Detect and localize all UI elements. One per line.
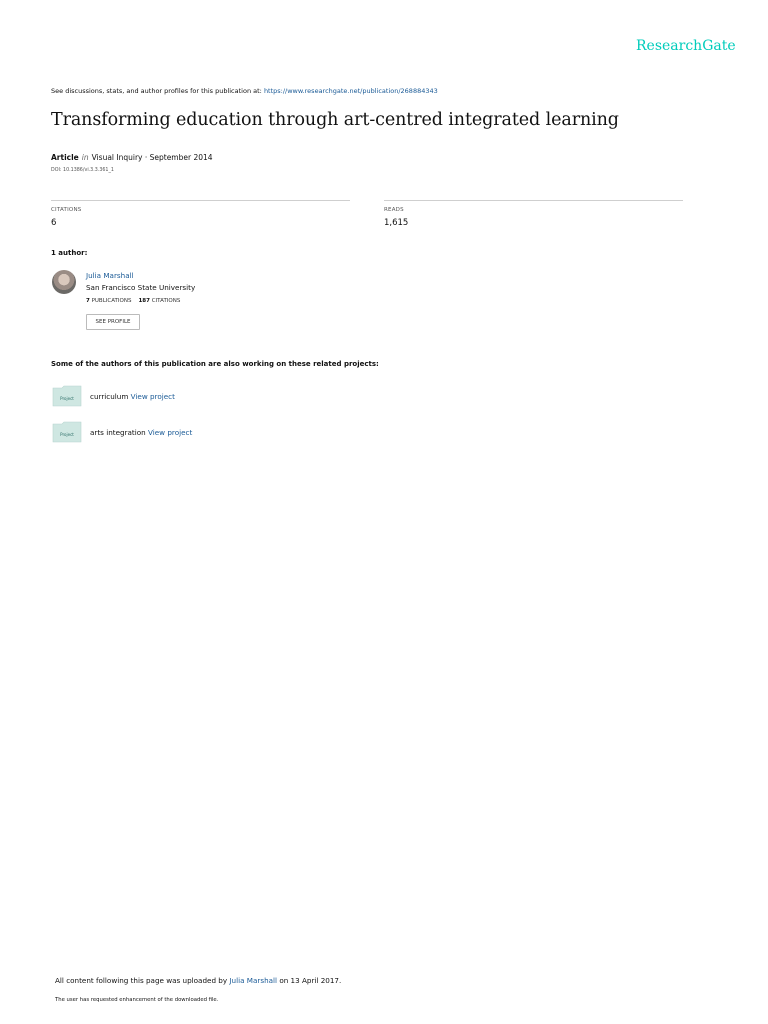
- author-counts: 7 PUBLICATIONS 187 CITATIONS: [86, 298, 180, 304]
- enhancement-note: The user has requested enhancement of th…: [55, 997, 219, 1003]
- see-profile-button[interactable]: SEE PROFILE: [86, 314, 140, 330]
- author-citations-label: CITATIONS: [151, 298, 181, 304]
- project-icon-label: Project: [60, 396, 74, 401]
- author-affiliation: San Francisco State University: [86, 283, 196, 292]
- uploader-link[interactable]: Julia Marshall: [229, 976, 277, 985]
- author-avatar[interactable]: [52, 270, 76, 294]
- reads-value: 1,615: [384, 218, 409, 228]
- publications-label: PUBLICATIONS: [91, 298, 132, 304]
- project-name: arts integration: [90, 428, 146, 437]
- author-citations-count: 187: [138, 298, 150, 304]
- view-project-link[interactable]: View project: [131, 392, 175, 401]
- related-projects-label: Some of the authors of this publication …: [51, 360, 379, 368]
- publication-url-link[interactable]: https://www.researchgate.net/publication…: [264, 87, 438, 95]
- project-item: arts integration View project: [90, 428, 192, 437]
- article-source: Visual Inquiry · September 2014: [91, 153, 213, 162]
- article-in: in: [81, 153, 89, 162]
- citations-divider: [51, 200, 350, 201]
- project-name: curriculum: [90, 392, 129, 401]
- citations-value: 6: [51, 218, 57, 228]
- upload-note: All content following this page was uplo…: [55, 976, 341, 985]
- reads-label: READS: [384, 207, 404, 213]
- authors-label: 1 author:: [51, 249, 88, 257]
- project-folder-icon[interactable]: Project: [52, 385, 82, 407]
- publication-note: See discussions, stats, and author profi…: [51, 87, 438, 95]
- citations-label: CITATIONS: [51, 207, 82, 213]
- project-folder-icon[interactable]: Project: [52, 421, 82, 443]
- publications-count: 7: [86, 298, 90, 304]
- author-name-link[interactable]: Julia Marshall: [86, 271, 134, 280]
- article-meta: Article in Visual Inquiry · September 2014: [51, 153, 213, 162]
- project-item: curriculum View project: [90, 392, 175, 401]
- reads-divider: [384, 200, 683, 201]
- upload-note-suffix: on 13 April 2017.: [277, 976, 342, 985]
- view-project-link[interactable]: View project: [148, 428, 192, 437]
- researchgate-logo[interactable]: ResearchGate: [636, 38, 736, 54]
- upload-note-prefix: All content following this page was uplo…: [55, 976, 230, 985]
- publication-title: Transforming education through art-centr…: [51, 110, 619, 130]
- publication-note-text: See discussions, stats, and author profi…: [51, 87, 264, 95]
- article-doi: DOI: 10.1386/vi.3.3.361_1: [51, 168, 114, 173]
- article-type: Article: [51, 153, 79, 162]
- project-icon-label: Project: [60, 432, 74, 437]
